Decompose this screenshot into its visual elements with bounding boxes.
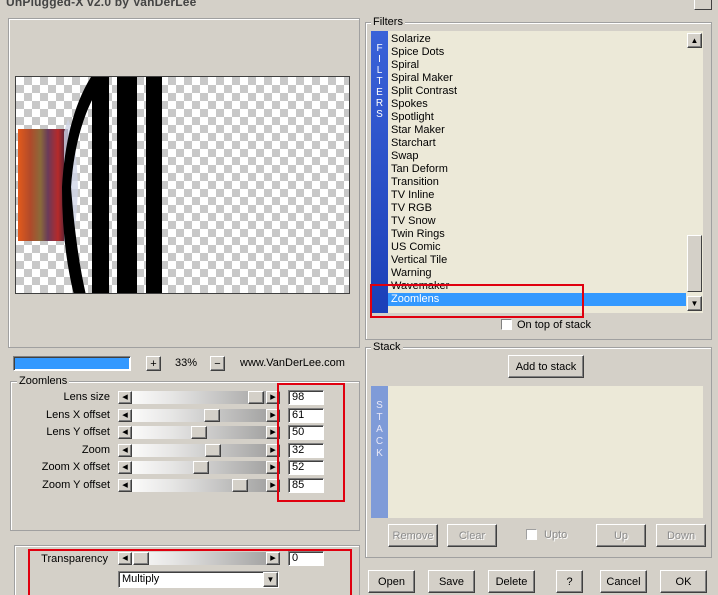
filter-list-scrollbar[interactable]: ▲ ▼ <box>686 31 703 313</box>
filter-list[interactable]: Solarize Spice Dots Spiral Spiral Maker Spli… <box>388 31 686 313</box>
delete-button[interactable]: Delete <box>488 570 535 593</box>
clear-button[interactable]: Clear <box>447 524 497 547</box>
filter-item[interactable]: US Comic <box>388 241 686 254</box>
zoom-y-offset-left-arrow[interactable]: ◂ <box>118 479 132 492</box>
lens-x-offset-track[interactable] <box>132 409 266 422</box>
stack-group-label: Stack <box>371 341 403 353</box>
zoom-label: Zoom <box>81 444 110 456</box>
stack-sidebar: STACK <box>371 386 388 518</box>
filter-item[interactable]: Swap <box>388 150 686 163</box>
filters-sidebar-letter: I <box>378 54 381 65</box>
window-close-button[interactable] <box>694 0 712 10</box>
cancel-button[interactable]: Cancel <box>600 570 647 593</box>
filter-item[interactable]: Spokes <box>388 98 686 111</box>
ok-button[interactable]: OK <box>660 570 707 593</box>
filter-item[interactable]: TV Snow <box>388 215 686 228</box>
lens-colors <box>18 129 68 241</box>
filter-item[interactable]: Transition <box>388 176 686 189</box>
progress-bar <box>13 356 131 371</box>
on-top-of-stack-label: On top of stack <box>517 319 591 331</box>
filters-sidebar-letter: E <box>376 87 383 98</box>
open-button[interactable]: Open <box>368 570 415 593</box>
zoom-x-offset-thumb[interactable] <box>193 461 209 474</box>
values-highlight-box <box>277 383 345 502</box>
up-button[interactable]: Up <box>596 524 646 547</box>
zoom-in-button[interactable]: + <box>146 356 161 371</box>
stack-sidebar-letter: S <box>376 400 383 411</box>
filters-sidebar: FILTERS <box>371 31 388 313</box>
lens-x-offset-thumb[interactable] <box>204 409 220 422</box>
stack-sidebar-letter: A <box>376 424 383 435</box>
add-to-stack-button[interactable]: Add to stack <box>508 355 584 378</box>
stack-list[interactable] <box>388 386 703 518</box>
zoom-y-offset-label: Zoom Y offset <box>42 479 110 491</box>
black-stripe-3 <box>146 77 162 293</box>
on-top-of-stack-checkbox[interactable] <box>501 319 512 330</box>
lens-size-left-arrow[interactable]: ◂ <box>118 391 132 404</box>
filter-item[interactable]: Split Contrast <box>388 85 686 98</box>
website-link[interactable]: www.VanDerLee.com <box>240 357 345 369</box>
down-button[interactable]: Down <box>656 524 706 547</box>
lens-y-offset-label: Lens Y offset <box>46 426 110 438</box>
filter-item[interactable]: Twin Rings <box>388 228 686 241</box>
selected-filter-highlight-box <box>370 284 584 318</box>
filter-item[interactable]: Solarize <box>388 33 686 46</box>
filter-item[interactable]: Warning <box>388 267 686 280</box>
lens-x-offset-label: Lens X offset <box>45 409 110 421</box>
filter-item[interactable]: Spiral Maker <box>388 72 686 85</box>
filters-group-label: Filters <box>371 16 405 28</box>
progress-fill <box>15 358 129 369</box>
scroll-up-arrow[interactable]: ▲ <box>687 33 702 48</box>
zoom-thumb[interactable] <box>205 444 221 457</box>
filter-item[interactable]: TV RGB <box>388 202 686 215</box>
filter-item[interactable]: Vertical Tile <box>388 254 686 267</box>
title-bar: UnPlugged-X v2.0 by VanDerLee <box>0 0 718 13</box>
lens-x-offset-left-arrow[interactable]: ◂ <box>118 409 132 422</box>
window-title: UnPlugged-X v2.0 by VanDerLee <box>6 0 197 9</box>
upto-checkbox[interactable] <box>526 529 537 540</box>
remove-button[interactable]: Remove <box>388 524 438 547</box>
filters-sidebar-letter: R <box>375 98 384 109</box>
filter-item[interactable]: Spiral <box>388 59 686 72</box>
stack-sidebar-letter: C <box>375 436 384 447</box>
zoom-x-offset-left-arrow[interactable]: ◂ <box>118 461 132 474</box>
filter-item[interactable]: Star Maker <box>388 124 686 137</box>
lens-size-label: Lens size <box>63 391 110 403</box>
black-stripe-2 <box>117 77 137 293</box>
help-button[interactable]: ? <box>556 570 583 593</box>
zoom-y-offset-thumb[interactable] <box>232 479 248 492</box>
zoom-out-button[interactable]: − <box>210 356 225 371</box>
lens-y-offset-thumb[interactable] <box>191 426 207 439</box>
zoom-track[interactable] <box>132 444 266 457</box>
upto-label: Upto <box>544 529 568 541</box>
stack-sidebar-letter: K <box>376 448 383 459</box>
filter-item[interactable]: Spice Dots <box>388 46 686 59</box>
preview-canvas[interactable] <box>15 76 350 294</box>
zoom-value: 33% <box>175 357 198 369</box>
filters-sidebar-letter: F <box>376 43 383 54</box>
filter-item[interactable]: TV Inline <box>388 189 686 202</box>
filters-sidebar-letter: L <box>376 65 383 76</box>
scrollbar-thumb[interactable] <box>687 235 702 292</box>
preview-image <box>18 77 162 293</box>
filters-sidebar-letter: T <box>376 76 383 87</box>
lens-size-track[interactable] <box>132 391 266 404</box>
transparency-highlight-box <box>28 549 352 595</box>
zoomlens-group-label: Zoomlens <box>17 375 70 387</box>
scroll-down-arrow[interactable]: ▼ <box>687 296 702 311</box>
lens-size-thumb[interactable] <box>248 391 264 404</box>
zoom-left-arrow[interactable]: ◂ <box>118 444 132 457</box>
lens-y-offset-left-arrow[interactable]: ◂ <box>118 426 132 439</box>
zoom-x-offset-label: Zoom X offset <box>41 461 110 473</box>
filter-item[interactable]: Spotlight <box>388 111 686 124</box>
save-button[interactable]: Save <box>428 570 475 593</box>
filter-item[interactable]: Tan Deform <box>388 163 686 176</box>
filter-item[interactable]: Starchart <box>388 137 686 150</box>
filters-sidebar-letter: S <box>376 109 383 120</box>
stack-sidebar-letter: T <box>376 412 383 423</box>
black-stripe-1 <box>92 77 109 293</box>
